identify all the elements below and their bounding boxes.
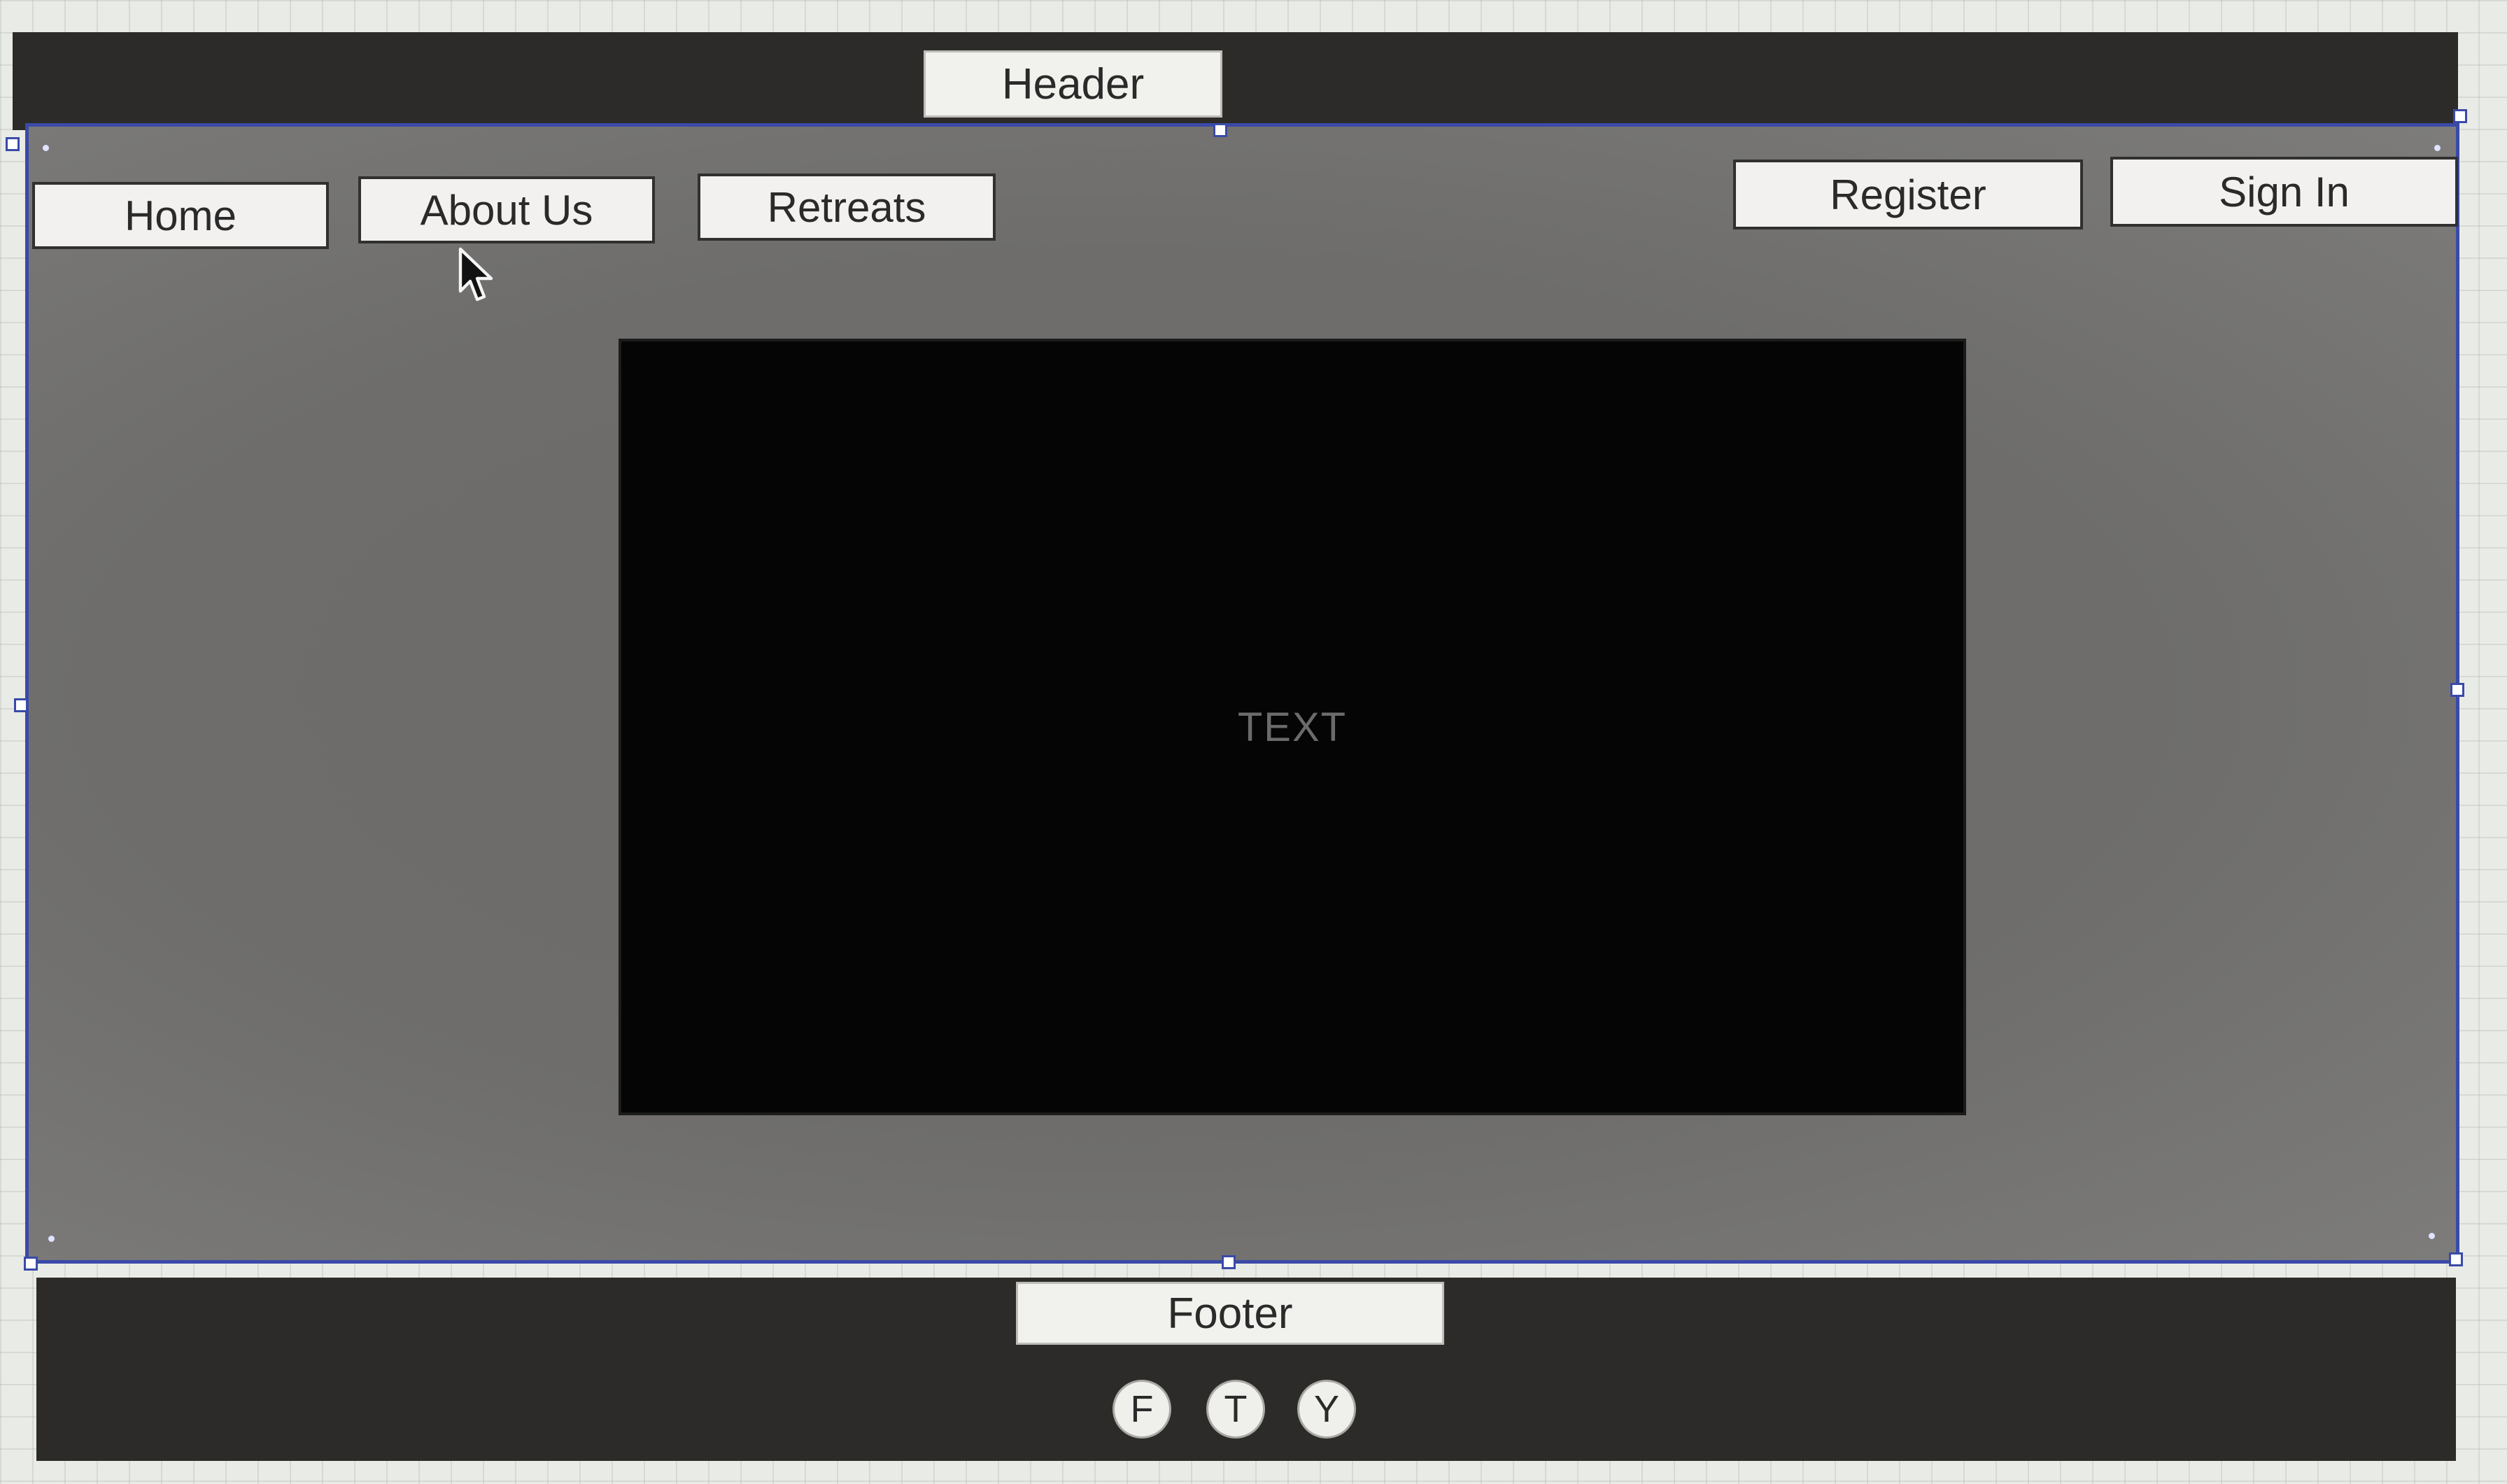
frame-corner-dot (2429, 1233, 2435, 1239)
register-button[interactable]: Register (1733, 160, 2083, 229)
frame-corner-dot (48, 1236, 55, 1242)
resize-handle-bottom[interactable] (1222, 1255, 1236, 1269)
mouse-cursor-icon (458, 247, 493, 302)
frame-corner-dot (43, 145, 49, 151)
resize-handle-left[interactable] (14, 698, 28, 712)
youtube-icon[interactable]: Y (1297, 1380, 1356, 1439)
resize-handle-top[interactable] (1213, 123, 1227, 137)
resize-handle-right[interactable] (2450, 683, 2464, 697)
frame-corner-dot (2434, 145, 2441, 151)
header-bar[interactable] (13, 32, 2458, 130)
sign-in-button[interactable]: Sign In (2110, 157, 2458, 227)
resize-handle-top-left[interactable] (6, 137, 20, 151)
twitter-icon[interactable]: T (1206, 1380, 1265, 1439)
footer-label[interactable]: Footer (1016, 1282, 1444, 1345)
facebook-icon[interactable]: F (1113, 1380, 1171, 1439)
home-button[interactable]: Home (32, 182, 329, 249)
resize-handle-top-right[interactable] (2453, 109, 2467, 123)
resize-handle-bottom-left[interactable] (24, 1257, 38, 1271)
retreats-button[interactable]: Retreats (698, 174, 996, 241)
resize-handle-bottom-right[interactable] (2449, 1252, 2463, 1266)
header-label[interactable]: Header (924, 50, 1222, 118)
hero-media-block[interactable]: TEXT (619, 339, 1966, 1115)
about-us-button[interactable]: About Us (358, 176, 655, 243)
hero-text: TEXT (1237, 704, 1348, 750)
design-canvas: Header Home About Us Retreats Register S… (0, 0, 2507, 1484)
